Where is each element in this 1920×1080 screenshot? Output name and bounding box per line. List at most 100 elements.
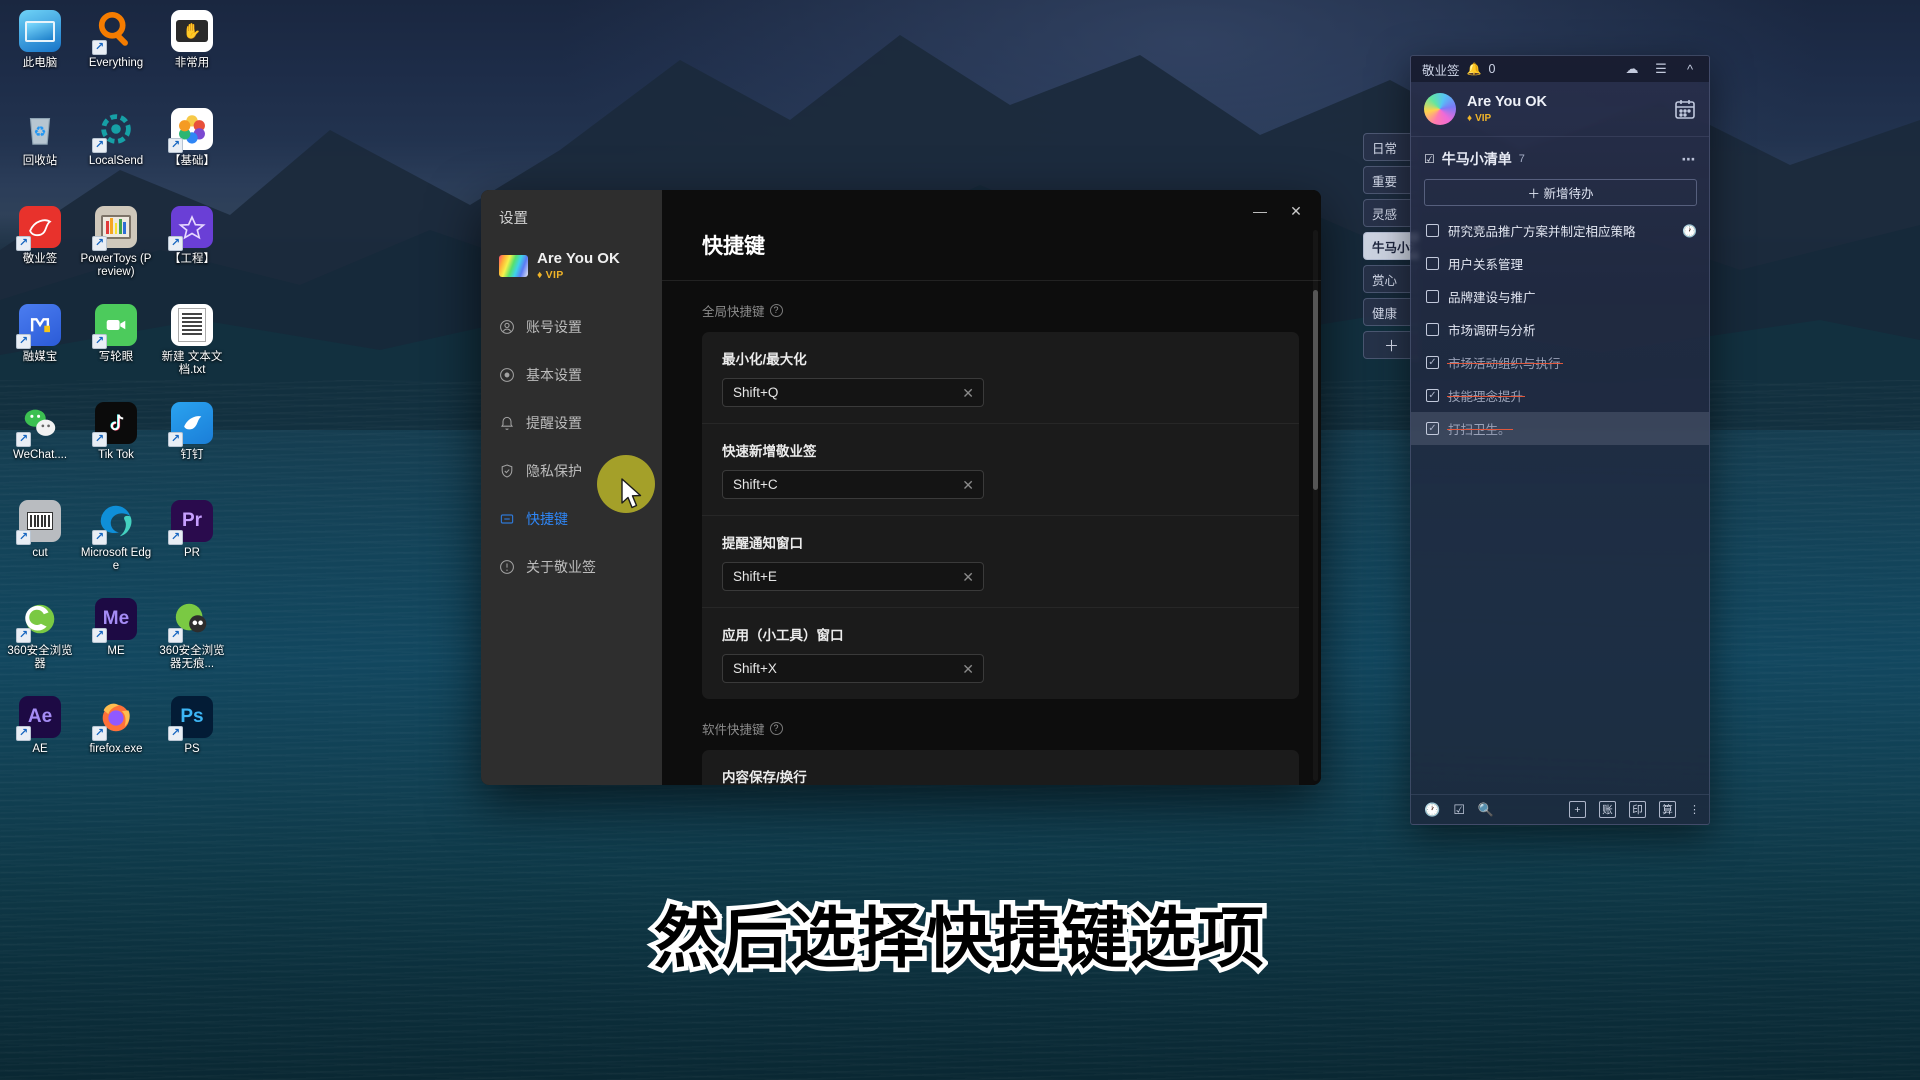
text-file-icon [171,304,213,346]
note-list-count: 7 [1518,153,1525,165]
desktop-icon-media-encoder[interactable]: Me ↗ ME [78,594,154,692]
todo-item[interactable]: 研究竞品推广方案并制定相应策略 🕐 [1411,214,1709,247]
desktop-icon-jingyeqian[interactable]: ↗ 敬业签 [2,202,78,300]
desktop-icon-rongmeibao[interactable]: ↗ 融媒宝 [2,300,78,398]
desktop-icon-powertoys[interactable]: ↗ PowerToys (Preview) [78,202,154,300]
todo-item[interactable]: ✓ 技能理念提升 [1411,379,1709,412]
desktop-icon-folder-app[interactable]: ✋ 非常用 [154,6,230,104]
settings-user-name: Are You OK [537,250,620,267]
todo-checkbox[interactable]: ✓ [1426,422,1439,435]
sidebar-item-bell[interactable]: 提醒设置 [481,399,662,447]
todo-item[interactable]: ✓ 市场活动组织与执行 [1411,346,1709,379]
avatar[interactable] [499,254,528,277]
help-icon[interactable]: ? [769,722,783,735]
desktop-icon-dingtalk[interactable]: ↗ 钉钉 [154,398,230,496]
checklist-icon[interactable]: ☑ [1453,802,1465,818]
desktop-icon-photoshop[interactable]: Ps ↗ PS [154,692,230,790]
todo-checkbox[interactable]: ✓ [1426,356,1439,369]
desktop-icon-label: AE [32,743,48,755]
todo-checkbox[interactable] [1426,257,1439,270]
todo-item[interactable]: 市场调研与分析 [1411,313,1709,346]
360-browser-icon: ↗ [16,598,61,643]
desktop-icon-everything[interactable]: ↗ Everything [78,6,154,104]
cloud-sync-icon[interactable]: ☁ [1621,61,1643,77]
close-button[interactable]: ✕ [1279,198,1313,224]
shortcut-arrow-icon: ↗ [92,628,107,643]
desktop-icon-tiktok[interactable]: ↗ Tik Tok [78,398,154,496]
clear-icon[interactable]: ✕ [962,570,974,584]
shortcut-arrow-icon: ↗ [168,628,183,643]
search-icon[interactable]: 🔍 [1478,802,1494,818]
xielunyan-icon: ↗ [92,304,137,349]
clock-icon[interactable]: 🕐 [1424,802,1440,818]
desktop-icon-photos[interactable]: ↗ 【基础】 [154,104,230,202]
shortcut-input[interactable]: Shift+E ✕ [722,562,984,591]
vip-label: VIP [1475,113,1492,124]
add-todo-button[interactable]: ＋ 新增待办 [1424,179,1697,206]
desktop-icon-recycle-bin[interactable]: ♻ 回收站 [2,104,78,202]
shortcut-input[interactable]: Shift+X ✕ [722,654,984,683]
diamond-icon: ♦ [537,269,543,281]
clear-icon[interactable]: ✕ [962,386,974,400]
sidebar-item-keyboard[interactable]: 快捷键 [481,495,662,543]
shortcut-label: 应用（小工具）窗口 [722,628,844,643]
desktop-icon-premiere[interactable]: Pr ↗ PR [154,496,230,594]
desktop-icon-label: PowerToys (Preview) [80,253,152,278]
calc-icon[interactable]: 算 [1659,801,1676,818]
todo-text: 研究竞品推广方案并制定相应策略 [1448,225,1636,239]
sidebar-item-info[interactable]: 关于敬业签 [481,543,662,591]
desktop-icon-label: Tik Tok [98,449,134,461]
todo-item[interactable]: ✓ 打扫卫生。 [1411,412,1709,445]
ledger-icon[interactable]: 账 [1599,801,1616,818]
desktop-icon-cut[interactable]: ↗ cut [2,496,78,594]
sidebar-item-account[interactable]: 账号设置 [481,303,662,351]
desktop-icon-360-incognito[interactable]: ↗ 360安全浏览器无痕... [154,594,230,692]
photoshop-icon: Ps ↗ [168,696,213,741]
clock-icon[interactable]: 🕐 [1682,224,1697,238]
desktop-icon-label: PR [184,547,200,559]
clear-icon[interactable]: ✕ [962,662,974,676]
vertical-dots-icon[interactable]: ⋮ [1689,804,1700,815]
chevron-up-icon[interactable]: ^ [1679,62,1701,77]
desktop-icon-xielunyan[interactable]: ↗ 写轮眼 [78,300,154,398]
settings-window-title: 设置 [499,211,528,227]
after-effects-icon: Ae ↗ [16,696,61,741]
todo-checkbox[interactable] [1426,323,1439,336]
desktop-icon-this-pc[interactable]: 此电脑 [2,6,78,104]
note-titlebar[interactable]: 敬业签 🔔 0 ☁ ☰ ^ [1411,56,1709,82]
shortcut-arrow-icon: ↗ [92,726,107,741]
help-icon[interactable]: ? [769,304,783,317]
todo-item[interactable]: 用户关系管理 [1411,247,1709,280]
minimize-button[interactable]: — [1243,198,1277,224]
desktop-icon-localsend[interactable]: ↗ LocalSend [78,104,154,202]
scrollbar-thumb[interactable] [1313,290,1318,490]
calendar-icon[interactable] [1673,97,1697,121]
note-list-title: 牛马小清单 [1441,151,1512,167]
todo-checkbox[interactable]: ✓ [1426,389,1439,402]
desktop-icon-star-folder[interactable]: ↗ 【工程】 [154,202,230,300]
desktop-icon-edge[interactable]: ↗ Microsoft Edge [78,496,154,594]
tiktok-icon: ↗ [92,402,137,447]
clear-icon[interactable]: ✕ [962,478,974,492]
more-dots-icon[interactable]: ⋯ [1682,151,1698,168]
desktop-icon-firefox[interactable]: ↗ firefox.exe [78,692,154,790]
stamp-icon[interactable]: 印 [1629,801,1646,818]
desktop-icon-label: LocalSend [88,155,144,167]
shortcut-input[interactable]: Shift+C ✕ [722,470,984,499]
keyboard-icon [499,511,515,527]
desktop-icon-wechat[interactable]: ↗ WeChat.... [2,398,78,496]
shortcut-input[interactable]: Shift+Q ✕ [722,378,984,407]
sidebar-item-shield[interactable]: 隐私保护 [481,447,662,495]
hamburger-menu-icon[interactable]: ☰ [1650,61,1672,77]
todo-checkbox[interactable] [1426,290,1439,303]
sidebar-item-basic-settings[interactable]: 基本设置 [481,351,662,399]
todo-checkbox[interactable] [1426,224,1439,237]
note-tab-label: 赏心 [1372,273,1398,288]
desktop-icon-360-browser[interactable]: ↗ 360安全浏览器 [2,594,78,692]
desktop-icon-text-file[interactable]: 新建 文本文档.txt [154,300,230,398]
desktop-icon-after-effects[interactable]: Ae ↗ AE [2,692,78,790]
add-icon[interactable]: + [1569,801,1586,818]
note-bottom-toolbar: 🕐 ☑ 🔍 + 账 印 算 ⋮ [1411,794,1709,824]
avatar[interactable] [1424,93,1456,125]
todo-item[interactable]: 品牌建设与推广 [1411,280,1709,313]
